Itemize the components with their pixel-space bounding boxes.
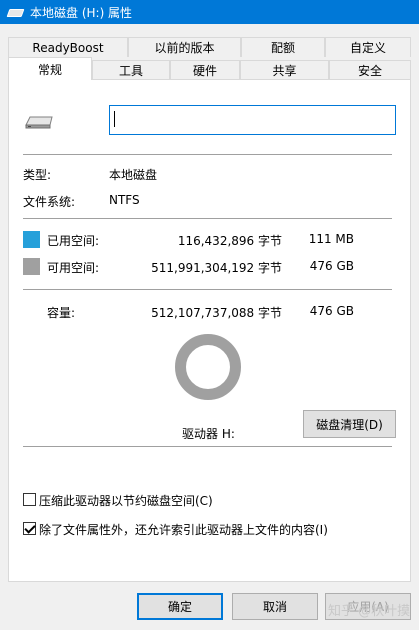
tab-label: 以前的版本 [154, 41, 215, 55]
capacity-size: 476 GB [309, 304, 354, 318]
free-space-label: 可用空间: [47, 261, 100, 275]
tab-label: 共享 [272, 64, 297, 78]
free-space-size: 476 GB [309, 259, 354, 273]
free-space-bytes: 511,991,304,192 字节 [151, 261, 282, 275]
tab-tools[interactable]: 工具 [92, 60, 170, 80]
index-checkbox[interactable] [23, 522, 36, 535]
compress-label[interactable]: 压缩此驱动器以节约磁盘空间(C) [39, 492, 213, 509]
window-title: 本地磁盘 (H:) 属性 [30, 5, 133, 20]
ok-button[interactable]: 确定 [137, 593, 223, 620]
tab-label: 安全 [357, 64, 382, 78]
drive-name-input[interactable] [109, 105, 396, 135]
index-label[interactable]: 除了文件属性外，还允许索引此驱动器上文件的内容(I) [39, 521, 328, 538]
filesystem-label: 文件系统: [23, 195, 76, 209]
capacity-bytes: 512,107,737,088 字节 [151, 306, 282, 320]
tab-readyboost[interactable]: ReadyBoost [8, 37, 128, 57]
title-bar: 本地磁盘 (H:) 属性 [0, 0, 419, 24]
tab-security[interactable]: 安全 [329, 60, 411, 80]
divider [23, 154, 392, 155]
drive-icon [8, 7, 22, 17]
text-caret [114, 111, 115, 127]
tab-customize[interactable]: 自定义 [325, 37, 411, 57]
cancel-button[interactable]: 取消 [232, 593, 318, 620]
tab-sharing[interactable]: 共享 [240, 60, 329, 80]
divider [23, 446, 392, 447]
used-space-bytes: 116,432,896 字节 [177, 234, 282, 248]
divider [23, 289, 392, 290]
type-label: 类型: [23, 168, 52, 182]
used-space-size: 111 MB [308, 232, 354, 246]
free-space-swatch [23, 258, 40, 275]
tab-label: 常规 [37, 62, 62, 77]
tab-previous-versions[interactable]: 以前的版本 [128, 37, 241, 57]
used-space-swatch [23, 231, 40, 248]
tab-label: 硬件 [192, 64, 217, 78]
tab-general[interactable]: 常规 [8, 57, 92, 80]
tab-label: ReadyBoost [32, 40, 104, 55]
tab-hardware[interactable]: 硬件 [170, 60, 240, 80]
used-space-label: 已用空间: [47, 234, 100, 248]
watermark: 知乎 @秋叶摸 [328, 604, 411, 619]
tab-label: 工具 [118, 64, 143, 78]
hard-drive-icon [25, 116, 53, 129]
tab-quota[interactable]: 配额 [241, 37, 325, 57]
disk-cleanup-button[interactable]: 磁盘清理(D) [303, 410, 396, 438]
type-value: 本地磁盘 [109, 168, 158, 182]
drive-letter-label: 驱动器 H: [182, 427, 235, 441]
divider [23, 218, 392, 219]
disk-usage-ring [175, 334, 241, 400]
tab-label: 自定义 [349, 41, 386, 55]
capacity-label: 容量: [47, 306, 76, 320]
compress-checkbox[interactable] [23, 493, 36, 506]
filesystem-value: NTFS [109, 193, 140, 207]
tab-label: 配额 [270, 41, 295, 55]
